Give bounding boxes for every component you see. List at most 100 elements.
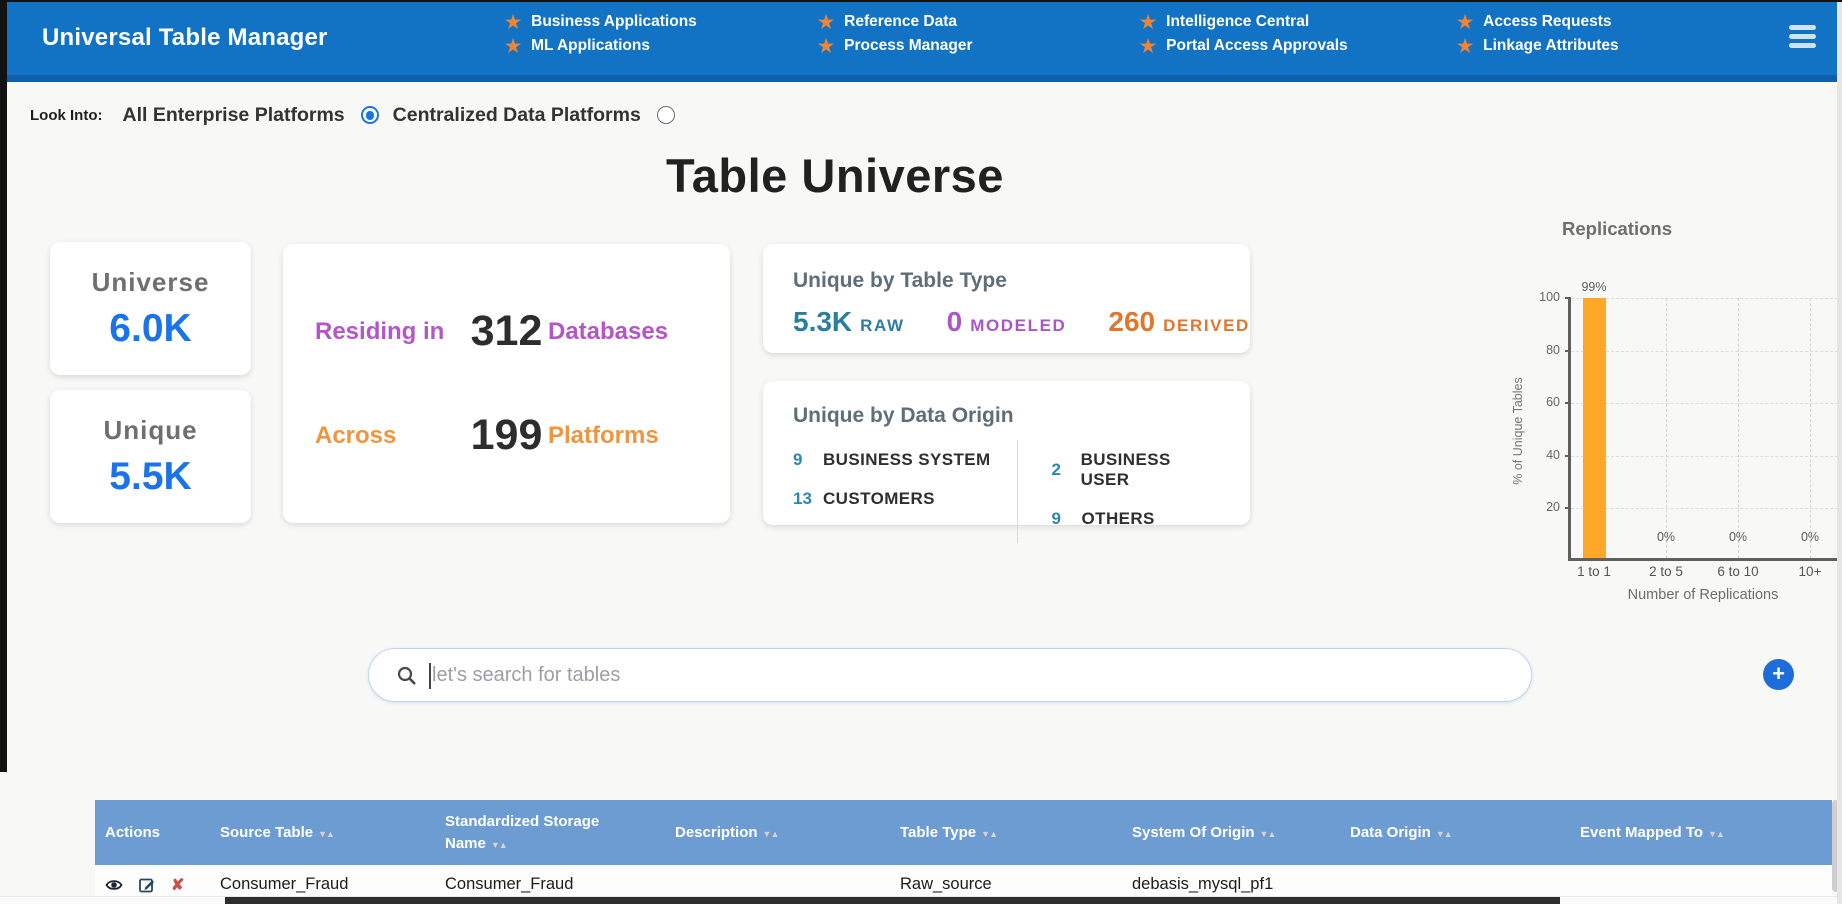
data-origin-grid: 9 BUSINESS SYSTEM 13 CUSTOMERS 2 BUSINES… bbox=[793, 440, 1220, 543]
nav-item-linkage-attributes[interactable]: ★ Linkage Attributes bbox=[1457, 37, 1619, 55]
y-tick-label: 20 bbox=[1530, 500, 1560, 514]
sort-icon[interactable]: ▼▲ bbox=[1260, 829, 1276, 839]
grid-line bbox=[1571, 298, 1838, 299]
column-header-system-of-origin[interactable]: System Of Origin▼▲ bbox=[1122, 822, 1340, 844]
customers-stat: 13 CUSTOMERS bbox=[793, 489, 1017, 509]
chart-y-axis-label: % of Unique Tables bbox=[1511, 361, 1525, 501]
customers-label: CUSTOMERS bbox=[823, 489, 935, 509]
radio-centralized-data-platforms[interactable] bbox=[657, 106, 675, 124]
sort-icon[interactable]: ▼▲ bbox=[491, 840, 507, 850]
grid-line bbox=[1571, 403, 1838, 404]
filter-option-all-enterprise-platforms[interactable]: All Enterprise Platforms bbox=[122, 104, 392, 127]
modeled-label: MODELED bbox=[970, 316, 1066, 336]
nav-item-label: Process Manager bbox=[844, 37, 972, 55]
star-icon: ★ bbox=[1140, 37, 1156, 55]
filter-option-label: All Enterprise Platforms bbox=[122, 104, 344, 127]
column-header-data-origin[interactable]: Data Origin▼▲ bbox=[1340, 822, 1570, 844]
sort-icon[interactable]: ▼▲ bbox=[763, 829, 779, 839]
replications-chart: Replications % of Unique Tables 20406080… bbox=[1500, 216, 1842, 616]
hamburger-menu-icon[interactable] bbox=[1789, 25, 1816, 48]
filter-option-centralized-data-platforms[interactable]: Centralized Data Platforms bbox=[393, 104, 689, 127]
derived-value: 260 bbox=[1108, 306, 1155, 338]
y-tick-label: 60 bbox=[1530, 395, 1560, 409]
column-header-table-type[interactable]: Table Type▼▲ bbox=[890, 822, 1122, 844]
bar-value-label: 0% bbox=[1718, 530, 1758, 544]
cell-standardized-storage-name: Consumer_Fraud bbox=[435, 875, 665, 894]
across-prefix: Across bbox=[315, 422, 465, 450]
table-universe-page: Universal Table Manager ★ Business Appli… bbox=[0, 0, 1842, 904]
sort-icon[interactable]: ▼▲ bbox=[981, 829, 997, 839]
nav-item-label: Linkage Attributes bbox=[1483, 37, 1619, 55]
business-user-label: BUSINESS USER bbox=[1081, 450, 1220, 490]
radio-all-enterprise-platforms[interactable] bbox=[361, 106, 379, 124]
sort-icon[interactable]: ▼▲ bbox=[318, 829, 334, 839]
view-icon[interactable] bbox=[105, 876, 123, 894]
column-header-description[interactable]: Description▼▲ bbox=[665, 822, 890, 844]
app-title: Universal Table Manager bbox=[42, 24, 328, 52]
window-frame-right bbox=[1837, 0, 1842, 904]
x-tick-label: 6 to 10 bbox=[1702, 564, 1774, 579]
nav-item-portal-access-approvals[interactable]: ★ Portal Access Approvals bbox=[1140, 37, 1348, 55]
plus-icon: + bbox=[1772, 663, 1785, 685]
y-tick-mark bbox=[1565, 402, 1571, 404]
horizontal-scrollbar-track[interactable] bbox=[0, 896, 1842, 904]
bar-value-label: 0% bbox=[1790, 530, 1830, 544]
navbar: Universal Table Manager ★ Business Appli… bbox=[0, 0, 1842, 82]
nav-item-process-manager[interactable]: ★ Process Manager bbox=[818, 37, 973, 55]
others-value: 9 bbox=[1052, 509, 1082, 529]
grid-line bbox=[1571, 351, 1838, 352]
table-header-row: Actions Source Table▼▲ Standardized Stor… bbox=[95, 800, 1832, 865]
business-user-stat: 2 BUSINESS USER bbox=[1052, 450, 1220, 490]
data-origin-col-left: 9 BUSINESS SYSTEM 13 CUSTOMERS bbox=[793, 440, 1018, 543]
delete-icon[interactable]: ✘ bbox=[171, 875, 184, 895]
sort-icon[interactable]: ▼▲ bbox=[1708, 829, 1724, 839]
universe-value: 6.0K bbox=[109, 307, 191, 351]
y-tick-mark bbox=[1565, 297, 1571, 299]
add-table-button[interactable]: + bbox=[1763, 659, 1794, 690]
horizontal-scrollbar-thumb[interactable] bbox=[225, 897, 1560, 904]
star-icon: ★ bbox=[818, 13, 834, 31]
y-tick-mark bbox=[1565, 507, 1571, 509]
others-label: OTHERS bbox=[1082, 509, 1155, 529]
platforms-count: 199 bbox=[471, 411, 543, 460]
nav-item-business-applications[interactable]: ★ Business Applications bbox=[505, 13, 697, 31]
replications-bar bbox=[1583, 298, 1606, 558]
grid-line bbox=[1571, 456, 1838, 457]
nav-group-1: ★ Business Applications ★ ML Application… bbox=[505, 13, 697, 55]
raw-stat: 5.3K RAW bbox=[793, 306, 905, 338]
chart-x-axis-label: Number of Replications bbox=[1560, 587, 1842, 603]
star-icon: ★ bbox=[505, 37, 521, 55]
window-frame-top bbox=[0, 0, 1842, 2]
unique-card: Unique 5.5K bbox=[50, 390, 251, 523]
y-tick-label: 80 bbox=[1530, 343, 1560, 357]
y-tick-label: 100 bbox=[1530, 290, 1560, 304]
table-search-bar bbox=[368, 648, 1532, 702]
nav-item-label: Portal Access Approvals bbox=[1166, 37, 1347, 55]
platforms-label: Platforms bbox=[548, 422, 698, 450]
table-type-stats: 5.3K RAW 0 MODELED 260 DERIVED bbox=[793, 306, 1220, 338]
bar-value-label: 0% bbox=[1646, 530, 1686, 544]
column-header-standardized-storage-name[interactable]: Standardized Storage Name▼▲ bbox=[435, 811, 665, 855]
business-system-label: BUSINESS SYSTEM bbox=[823, 450, 991, 470]
search-input[interactable] bbox=[432, 664, 1531, 687]
unique-label: Unique bbox=[103, 415, 197, 446]
star-icon: ★ bbox=[1457, 37, 1473, 55]
column-header-source-table[interactable]: Source Table▼▲ bbox=[210, 822, 435, 844]
column-header-actions: Actions bbox=[95, 822, 210, 844]
unique-by-table-type-card: Unique by Table Type 5.3K RAW 0 MODELED … bbox=[763, 244, 1250, 353]
derived-label: DERIVED bbox=[1163, 316, 1250, 336]
sort-icon[interactable]: ▼▲ bbox=[1436, 829, 1452, 839]
nav-item-ml-applications[interactable]: ★ ML Applications bbox=[505, 37, 697, 55]
edit-icon[interactable] bbox=[138, 876, 156, 894]
column-header-event-mapped-to[interactable]: Event Mapped To▼▲ bbox=[1570, 822, 1812, 844]
universe-label: Universe bbox=[92, 267, 210, 298]
search-icon bbox=[397, 666, 416, 685]
grid-line bbox=[1810, 298, 1811, 558]
data-origin-card-title: Unique by Data Origin bbox=[793, 404, 1220, 428]
nav-item-intelligence-central[interactable]: ★ Intelligence Central bbox=[1140, 13, 1348, 31]
chart-plot-area: 2040608010099%1 to 10%2 to 50%6 to 100%1… bbox=[1568, 298, 1838, 561]
grid-line bbox=[1738, 298, 1739, 558]
modeled-stat: 0 MODELED bbox=[947, 306, 1067, 338]
nav-item-access-requests[interactable]: ★ Access Requests bbox=[1457, 13, 1619, 31]
nav-item-reference-data[interactable]: ★ Reference Data bbox=[818, 13, 973, 31]
